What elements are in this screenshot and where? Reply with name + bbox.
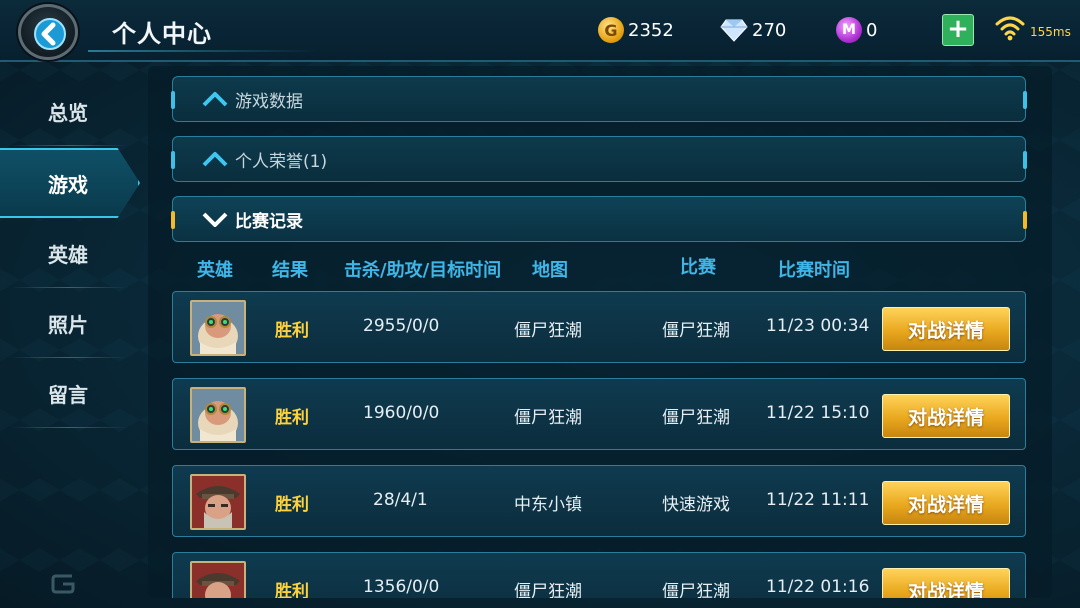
section-cap-right — [1023, 151, 1027, 169]
divider — [10, 427, 128, 428]
table-row: 胜利 1356/0/0 僵尸狂潮 僵尸狂潮 11/22 01:16 对战详情 — [172, 552, 1026, 598]
section-cap-left — [171, 91, 175, 109]
result-cell: 胜利 — [275, 582, 309, 598]
section-label: 个人荣誉(1) — [235, 151, 328, 172]
kda-cell: 2955/0/0 — [363, 316, 440, 336]
chevron-down-icon — [201, 211, 229, 227]
chevron-up-icon — [201, 151, 229, 167]
mode-cell: 僵尸狂潮 — [662, 321, 730, 341]
sidebar-item-label: 总览 — [48, 100, 88, 125]
time-cell: 11/23 00:34 — [766, 316, 870, 336]
time-cell: 11/22 15:10 — [766, 403, 870, 423]
map-cell: 中东小镇 — [514, 495, 582, 515]
mode-cell: 快速游戏 — [662, 495, 730, 515]
sidebar-item-heroes[interactable]: 英雄 — [0, 218, 140, 288]
sidebar-item-messages[interactable]: 留言 — [0, 358, 140, 428]
column-header-mode: 比赛 — [680, 257, 716, 278]
gold-coin-icon: G — [598, 17, 624, 43]
table-row: 胜利 28/4/1 中东小镇 快速游戏 11/22 11:11 对战详情 — [172, 465, 1026, 537]
section-cap-left — [171, 151, 175, 169]
match-detail-button[interactable]: 对战详情 — [882, 568, 1010, 598]
game-logo-icon — [51, 574, 75, 594]
content-panel: 游戏数据 个人荣誉(1) 比赛记录 英雄 结果 击杀/助攻/目标时间 地图 比赛… — [148, 66, 1052, 598]
column-header-kda: 击杀/助攻/目标时间 — [344, 260, 502, 281]
wifi-signal-icon — [995, 16, 1025, 41]
match-detail-button[interactable]: 对战详情 — [882, 481, 1010, 525]
kda-cell: 1356/0/0 — [363, 577, 440, 597]
diamond-icon — [720, 19, 748, 42]
table-row: 胜利 1960/0/0 僵尸狂潮 僵尸狂潮 11/22 15:10 对战详情 — [172, 378, 1026, 450]
sidebar-item-photos[interactable]: 照片 — [0, 288, 140, 358]
mode-cell: 僵尸狂潮 — [662, 408, 730, 428]
hero-avatar-hat — [190, 561, 246, 598]
gem-value: 0 — [866, 19, 878, 41]
column-header-result: 结果 — [272, 260, 308, 281]
result-cell: 胜利 — [275, 495, 309, 515]
map-cell: 僵尸狂潮 — [514, 321, 582, 341]
sidebar-item-label: 留言 — [48, 382, 88, 407]
diamond-counter: 270 — [720, 16, 786, 44]
sidebar-item-label: 游戏 — [48, 172, 88, 197]
table-row: 胜利 2955/0/0 僵尸狂潮 僵尸狂潮 11/23 00:34 对战详情 — [172, 291, 1026, 363]
match-detail-button[interactable]: 对战详情 — [882, 394, 1010, 438]
mode-cell: 僵尸狂潮 — [662, 582, 730, 598]
section-cap-left — [171, 211, 175, 229]
gold-counter: G 2352 — [598, 16, 674, 44]
section-label: 比赛记录 — [235, 211, 303, 232]
section-game-data[interactable]: 游戏数据 — [171, 76, 1027, 122]
top-bar: 个人中心 G 2352 270 M 0 + 155ms — [0, 0, 1080, 62]
kda-cell: 28/4/1 — [373, 490, 428, 510]
sidebar-item-label: 照片 — [48, 312, 88, 337]
sidebar: 总览 游戏 英雄 照片 留言 — [0, 72, 150, 608]
map-cell: 僵尸狂潮 — [514, 408, 582, 428]
map-cell: 僵尸狂潮 — [514, 582, 582, 598]
section-label: 游戏数据 — [235, 91, 303, 112]
sidebar-item-game[interactable]: 游戏 — [0, 148, 140, 218]
column-header-map: 地图 — [532, 260, 568, 281]
result-cell: 胜利 — [275, 321, 309, 341]
sidebar-item-overview[interactable]: 总览 — [0, 76, 140, 146]
title-underline — [88, 50, 318, 52]
gem-icon: M — [836, 17, 862, 43]
diamond-value: 270 — [752, 19, 787, 41]
column-header-hero: 英雄 — [197, 260, 233, 281]
back-button[interactable] — [18, 4, 78, 60]
gem-counter: M 0 — [836, 16, 877, 44]
kda-cell: 1960/0/0 — [363, 403, 440, 423]
column-header-time: 比赛时间 — [778, 260, 850, 281]
match-detail-button[interactable]: 对战详情 — [882, 307, 1010, 351]
hero-avatar-goggles — [190, 300, 246, 356]
page-title: 个人中心 — [112, 20, 212, 48]
hero-avatar-goggles — [190, 387, 246, 443]
section-match-records[interactable]: 比赛记录 — [171, 196, 1027, 242]
divider — [10, 145, 128, 146]
result-cell: 胜利 — [275, 408, 309, 428]
hero-avatar-hat — [190, 474, 246, 530]
add-currency-button[interactable]: + — [942, 14, 974, 46]
time-cell: 11/22 11:11 — [766, 490, 870, 510]
section-cap-right — [1023, 211, 1027, 229]
back-arrow-icon — [34, 18, 66, 50]
chevron-up-icon — [201, 91, 229, 107]
sidebar-item-label: 英雄 — [48, 242, 88, 267]
gold-value: 2352 — [628, 19, 674, 41]
ping-value: 155ms — [1030, 25, 1071, 39]
section-honors[interactable]: 个人荣誉(1) — [171, 136, 1027, 182]
time-cell: 11/22 01:16 — [766, 577, 870, 597]
section-cap-right — [1023, 91, 1027, 109]
